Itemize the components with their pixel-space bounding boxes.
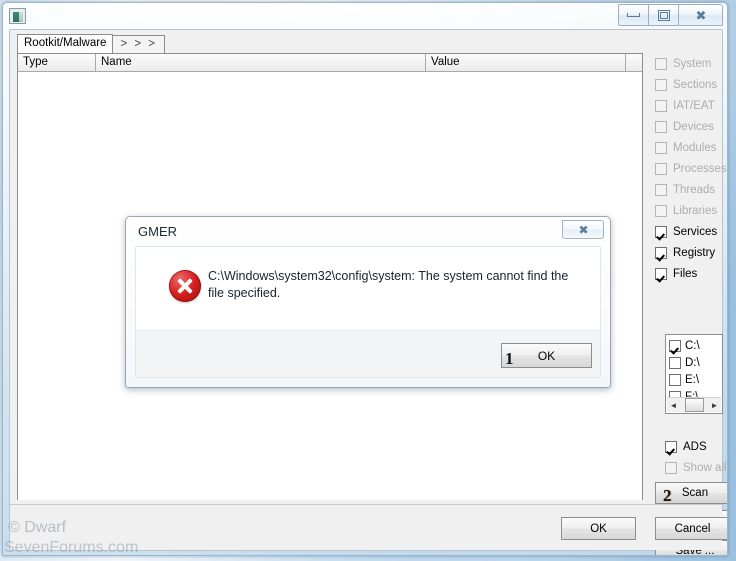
option-label: Sections [673, 78, 718, 91]
drive-label: C:\ [685, 339, 700, 352]
minimize-icon [627, 13, 640, 17]
dialog-body: C:\Windows\system32\config\system: The s… [135, 246, 601, 332]
option-label: Services [673, 225, 718, 238]
error-icon [169, 270, 201, 302]
drive-list-scrollbar[interactable]: ◄ ► [667, 397, 721, 412]
tab-more[interactable]: > > > [112, 35, 165, 54]
checkbox-checked-icon [655, 246, 667, 259]
drive-label: D:\ [685, 356, 700, 369]
annotation-step-2: 2 [663, 486, 672, 505]
option-label: Devices [673, 120, 714, 133]
maximize-button[interactable] [649, 4, 679, 26]
scan-button-label: Scan [681, 487, 709, 499]
checkbox-icon [665, 461, 677, 474]
checkbox-icon [669, 356, 681, 369]
column-header-type[interactable]: Type [18, 54, 96, 71]
option-files[interactable]: Files [648, 263, 727, 284]
checkbox-icon [655, 204, 667, 217]
error-dialog: GMER ✖ C:\Windows\system32\config\system… [125, 216, 611, 388]
annotation-step-1: 1 [505, 349, 514, 368]
dialog-ok-label: OK [537, 348, 556, 363]
scroll-right-icon[interactable]: ► [708, 398, 721, 412]
close-button[interactable]: ✖ [679, 4, 723, 26]
option-label: Libraries [673, 204, 718, 217]
close-icon: ✖ [695, 7, 707, 23]
option-devices[interactable]: Devices [648, 116, 727, 137]
option-label: Threads [673, 183, 716, 196]
title-bar: ✖ [3, 3, 727, 29]
list-header: Type Name Value [18, 54, 642, 72]
minimize-button[interactable] [618, 4, 649, 26]
checkbox-icon [655, 162, 667, 175]
main-ok-button[interactable]: OK [561, 517, 636, 540]
checkbox-checked-icon [655, 267, 667, 280]
option-ads[interactable]: ADS [658, 436, 707, 457]
dialog-title: GMER [138, 224, 177, 239]
window-controls: ✖ [618, 4, 723, 26]
scan-button[interactable]: 2 Scan [655, 482, 727, 505]
column-header-name[interactable]: Name [96, 54, 426, 71]
option-services[interactable]: Services [648, 221, 727, 242]
drive-label: E:\ [685, 373, 700, 386]
tab-strip: Rootkit/Malware > > > [17, 34, 165, 54]
scrollbar-thumb[interactable] [684, 398, 704, 412]
scan-options-panel: System Sections IAT/EAT Devices Modules … [648, 53, 727, 555]
column-header-extra[interactable] [626, 54, 642, 71]
option-label: Modules [673, 141, 717, 154]
option-sections[interactable]: Sections [648, 74, 727, 95]
option-iat-eat[interactable]: IAT/EAT [648, 95, 727, 116]
drive-item-c[interactable]: C:\ [669, 337, 722, 354]
scroll-left-icon[interactable]: ◄ [667, 398, 680, 412]
option-registry[interactable]: Registry [648, 242, 727, 263]
checkbox-icon [655, 57, 667, 70]
option-label: IAT/EAT [673, 99, 715, 112]
option-label: ADS [683, 440, 707, 453]
dialog-ok-button[interactable]: 1 OK [501, 343, 592, 368]
option-label: Processes [673, 162, 727, 175]
checkbox-icon [655, 141, 667, 154]
option-processes[interactable]: Processes [648, 158, 727, 179]
bottom-button-bar: OK Cancel [10, 504, 727, 550]
column-header-value[interactable]: Value [426, 54, 626, 71]
option-threads[interactable]: Threads [648, 179, 727, 200]
main-cancel-label: Cancel [674, 522, 711, 535]
checkbox-icon [655, 183, 667, 196]
option-show-all[interactable]: Show all [658, 457, 726, 478]
checkbox-checked-icon [669, 339, 681, 352]
app-icon [9, 8, 26, 24]
option-label: System [673, 57, 712, 70]
maximize-icon [657, 9, 670, 21]
checkbox-icon [669, 373, 681, 386]
checkbox-icon [655, 99, 667, 112]
drive-item-d[interactable]: D:\ [669, 354, 722, 371]
main-cancel-button[interactable]: Cancel [655, 517, 727, 540]
option-label: Registry [673, 246, 716, 259]
checkbox-icon [655, 120, 667, 133]
tab-rootkit-malware[interactable]: Rootkit/Malware [17, 34, 114, 54]
option-label: Show all [683, 461, 727, 474]
close-icon: ✖ [578, 222, 588, 237]
drive-list[interactable]: C:\ D:\ E:\ F:\ ◄ ► [665, 334, 723, 414]
checkbox-checked-icon [655, 225, 667, 238]
option-modules[interactable]: Modules [648, 137, 727, 158]
dialog-message: C:\Windows\system32\config\system: The s… [208, 269, 569, 300]
drive-item-e[interactable]: E:\ [669, 371, 722, 388]
option-libraries[interactable]: Libraries [648, 200, 727, 221]
checkbox-icon [655, 78, 667, 91]
dialog-close-button[interactable]: ✖ [562, 220, 604, 239]
main-ok-label: OK [590, 522, 607, 535]
option-label: Files [673, 267, 698, 280]
checkbox-checked-icon [665, 440, 677, 453]
dialog-footer: 1 OK [135, 330, 601, 378]
option-system[interactable]: System [648, 53, 727, 74]
